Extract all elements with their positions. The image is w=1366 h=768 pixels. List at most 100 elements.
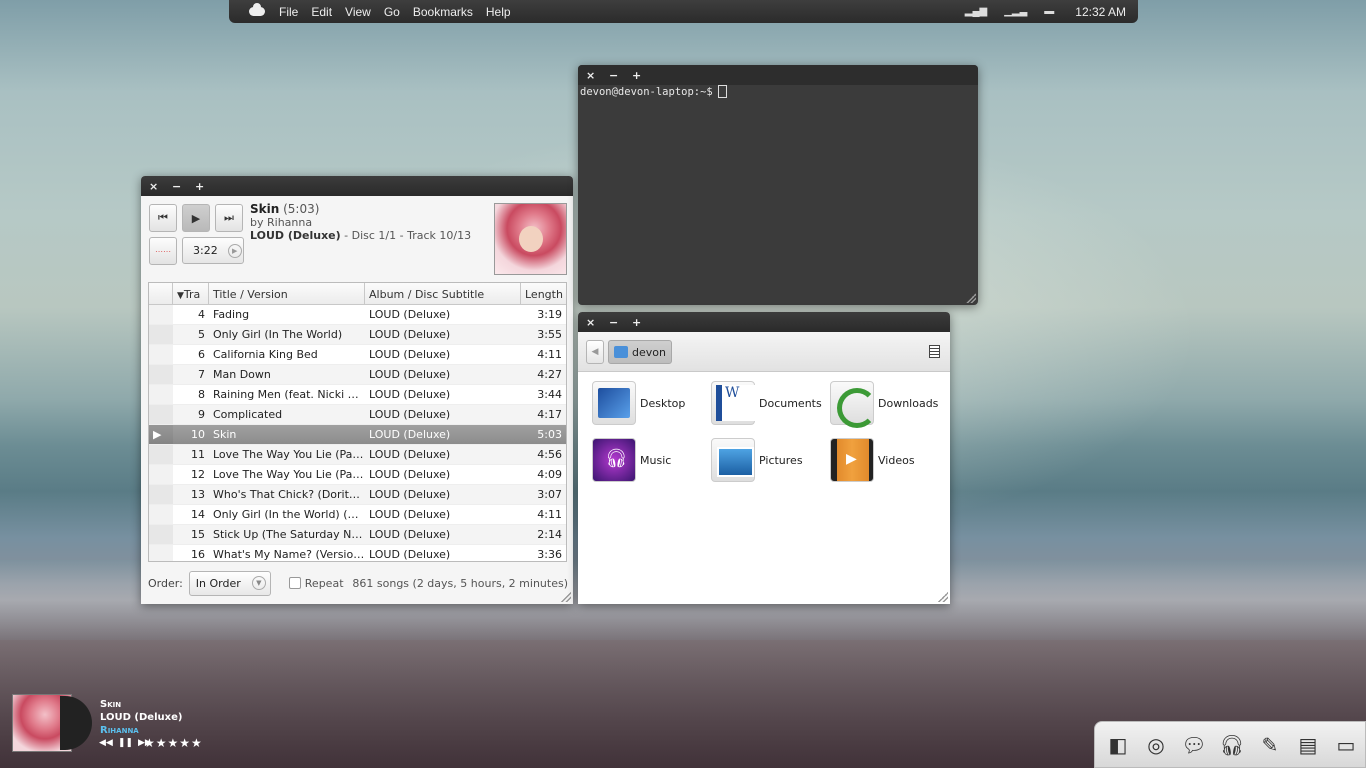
play-icon: ▶ — [191, 211, 201, 225]
row-indicator — [149, 445, 173, 464]
folder-pictures[interactable]: Pictures — [711, 437, 831, 483]
track-album: LOUD (Deluxe) — [369, 348, 451, 361]
close-icon[interactable]: × — [586, 316, 609, 329]
track-row[interactable]: 9 Complicated LOUD (Deluxe) 4:17 — [149, 405, 566, 425]
terminal-prompt[interactable]: devon@devon-laptop:~$ — [580, 85, 727, 98]
track-row[interactable]: 5 Only Girl (In The World) LOUD (Deluxe) 3:… — [149, 325, 566, 345]
minimize-icon[interactable]: − — [172, 180, 195, 193]
chat-bubble-icon[interactable]: 💬︎ — [1181, 732, 1207, 758]
folder-videos[interactable]: Videos — [830, 437, 950, 483]
minimize-icon[interactable]: − — [609, 316, 632, 329]
track-length: 5:03 — [537, 428, 562, 441]
back-button[interactable]: ◀ — [586, 340, 604, 364]
menu-go[interactable]: Go — [384, 5, 400, 19]
track-row[interactable]: 12 Love The Way You Lie (Part I... LOUD (D… — [149, 465, 566, 485]
clock[interactable]: 12:32 AM — [1075, 5, 1126, 19]
previous-icon[interactable]: ◀◀ — [99, 738, 113, 748]
music-player-window: × − + ⏮ ▶ ⏭ ⋯⋯ 3:22 ▶ Skin (5:03) by Rih… — [141, 176, 573, 604]
header-track[interactable]: ▼Tra — [173, 283, 209, 304]
play-button[interactable]: ▶ — [182, 204, 210, 232]
close-icon[interactable]: × — [149, 180, 172, 193]
resize-grip[interactable] — [966, 293, 976, 303]
resize-grip[interactable] — [561, 592, 571, 602]
track-length: 4:11 — [537, 348, 562, 361]
track-album: LOUD (Deluxe) — [369, 528, 451, 541]
close-icon[interactable]: × — [586, 69, 609, 82]
row-indicator — [149, 405, 173, 424]
folder-documents[interactable]: Documents — [711, 380, 831, 426]
track-length: 3:19 — [537, 308, 562, 321]
track-row[interactable]: ▶ 10 Skin LOUD (Deluxe) 5:03 — [149, 425, 566, 445]
header-length[interactable]: Length — [521, 283, 566, 304]
track-number: 11 — [191, 448, 205, 461]
track-row[interactable]: 11 Love The Way You Lie (Part I... LOUD (D… — [149, 445, 566, 465]
track-title: Who's That Chick? (Doritos ... — [213, 488, 365, 501]
top-panel: File Edit View Go Bookmarks Help ▂▄▆ ▁▂▃… — [229, 0, 1138, 23]
terminal-window: × − + devon@devon-laptop:~$ — [578, 65, 978, 305]
chat-icon[interactable]: ▬ — [1044, 6, 1054, 17]
track-row[interactable]: 15 Stick Up (The Saturday Nigh... LOUD (De… — [149, 525, 566, 545]
signal-icon[interactable]: ▂▄▆ — [965, 6, 987, 17]
volume-button[interactable]: ⋯⋯ — [149, 237, 177, 265]
pause-icon[interactable]: ❚❚ — [118, 738, 133, 748]
videos-folder-icon — [830, 438, 874, 482]
rating-stars[interactable]: ★★★★★ — [144, 736, 203, 750]
track-row[interactable]: 16 What's My Name? (Version ... LOUD (Delu… — [149, 545, 566, 561]
track-row[interactable]: 4 Fading LOUD (Deluxe) 3:19 — [149, 305, 566, 325]
display-icon[interactable]: ▭ — [1333, 732, 1359, 758]
row-indicator — [149, 505, 173, 524]
folder-downloads[interactable]: Downloads — [830, 380, 950, 428]
breadcrumb-home[interactable]: devon — [608, 340, 672, 364]
files-titlebar[interactable]: × − + — [578, 312, 950, 332]
row-indicator — [149, 465, 173, 484]
menu-icon[interactable] — [929, 345, 940, 358]
next-button[interactable]: ⏭ — [215, 204, 243, 232]
cloud-icon[interactable] — [249, 3, 265, 16]
album-cover[interactable] — [494, 203, 567, 275]
chrome-icon[interactable]: ◎ — [1143, 732, 1169, 758]
track-list-header: ▼Tra Title / Version Album / Disc Subtit… — [149, 283, 566, 305]
menu-file[interactable]: File — [279, 5, 298, 19]
track-row[interactable]: 6 California King Bed LOUD (Deluxe) 4:11 — [149, 345, 566, 365]
song-artist: by Rihanna — [250, 216, 313, 229]
minimize-icon[interactable]: − — [609, 69, 632, 82]
track-title: What's My Name? (Version ... — [213, 548, 365, 561]
menu-view[interactable]: View — [345, 5, 371, 19]
track-row[interactable]: 13 Who's That Chick? (Doritos ... LOUD (De… — [149, 485, 566, 505]
home-folder-icon — [614, 346, 628, 358]
maximize-icon[interactable]: + — [632, 69, 655, 82]
menu-edit[interactable]: Edit — [311, 5, 332, 19]
order-select[interactable]: In Order ▼ — [188, 570, 271, 596]
maximize-icon[interactable]: + — [195, 180, 218, 193]
track-row[interactable]: 8 Raining Men (feat. Nicki Mi... LOUD (Del… — [149, 385, 566, 405]
volume-icon[interactable]: ▁▂▃ — [1004, 6, 1027, 17]
finder-icon[interactable]: ◧ — [1105, 732, 1131, 758]
track-number: 14 — [191, 508, 205, 521]
header-album[interactable]: Album / Disc Subtitle — [365, 283, 521, 304]
maximize-icon[interactable]: + — [632, 316, 655, 329]
track-number: 8 — [198, 388, 205, 401]
track-length: 4:09 — [537, 468, 562, 481]
menu-help[interactable]: Help — [486, 5, 511, 19]
header-title[interactable]: Title / Version — [209, 283, 365, 304]
repeat-checkbox[interactable] — [288, 577, 301, 589]
menu-bookmarks[interactable]: Bookmarks — [413, 5, 473, 19]
track-row[interactable]: 7 Man Down LOUD (Deluxe) 4:27 — [149, 365, 566, 385]
track-length: 4:11 — [537, 508, 562, 521]
feather-icon[interactable]: ✎ — [1257, 732, 1283, 758]
seek-button[interactable]: 3:22 ▶ — [182, 237, 244, 264]
track-row[interactable]: 14 Only Girl (In the World) (Re... LOUD (D… — [149, 505, 566, 525]
notes-icon[interactable]: ▤ — [1295, 732, 1321, 758]
folder-desktop[interactable]: Desktop — [592, 380, 712, 426]
resize-grip[interactable] — [938, 592, 948, 602]
headphones-icon[interactable]: 🎧︎ — [1219, 732, 1245, 758]
track-number: 15 — [191, 528, 205, 541]
player-titlebar[interactable]: × − + — [141, 176, 573, 196]
repeat-label[interactable]: Repeat — [305, 577, 344, 590]
player-footer: Order: In Order ▼ Repeat 861 songs (2 da… — [148, 570, 568, 596]
terminal-titlebar[interactable]: × − + — [578, 65, 978, 85]
downloads-folder-icon — [830, 381, 877, 428]
folder-music[interactable]: 🎧︎ Music — [592, 437, 712, 483]
previous-button[interactable]: ⏮ — [149, 204, 177, 232]
track-title: Skin — [213, 428, 237, 441]
